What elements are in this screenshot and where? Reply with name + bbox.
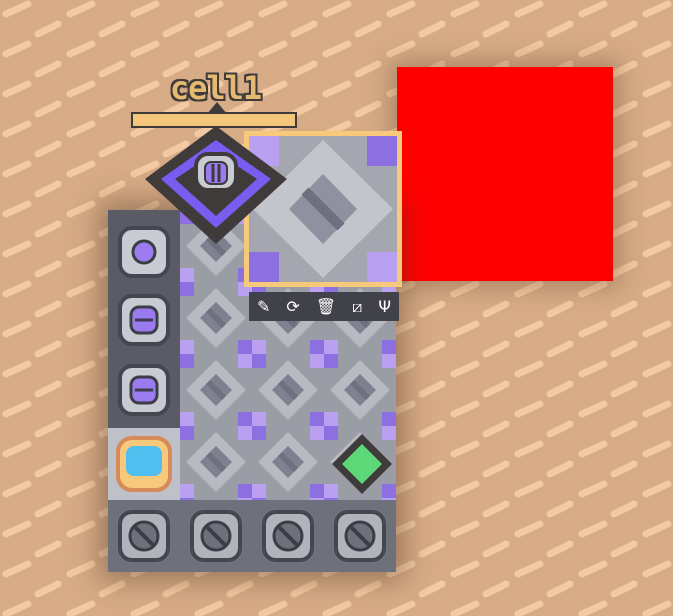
blue-square-slot-icon	[116, 436, 172, 492]
tile-toolbar: ✎ ⟳ 🗑 ⧄ Ψ	[249, 292, 399, 321]
cell-label: cell1	[169, 69, 262, 107]
slash-slot-icon	[262, 510, 314, 562]
bottom-slot-2[interactable]	[186, 506, 246, 566]
bars-slot-icon	[118, 294, 170, 346]
green-gem-icon[interactable]	[330, 432, 394, 496]
sidebar-slot-bars-2[interactable]	[114, 360, 174, 420]
slash-slot-icon	[334, 510, 386, 562]
slash-slot-icon	[118, 510, 170, 562]
sidebar-slot-blue[interactable]	[108, 428, 180, 500]
slash-icon[interactable]: ⧄	[352, 297, 362, 317]
bottom-slot-1[interactable]	[114, 506, 174, 566]
unit-diamond-icon[interactable]	[143, 124, 289, 246]
slash-slot-icon	[190, 510, 242, 562]
trash-icon[interactable]: 🗑	[316, 297, 336, 317]
sidebar-slot-bars-1[interactable]	[114, 290, 174, 350]
bottom-slot-3[interactable]	[258, 506, 318, 566]
bars-slot-icon	[118, 364, 170, 416]
trident-icon[interactable]: Ψ	[378, 297, 391, 317]
rotate-icon[interactable]: ⟳	[286, 297, 299, 317]
red-panel[interactable]	[397, 67, 613, 281]
cell-bar	[131, 112, 297, 128]
pencil-icon[interactable]: ✎	[257, 297, 270, 317]
bottom-slot-4[interactable]	[330, 506, 390, 566]
